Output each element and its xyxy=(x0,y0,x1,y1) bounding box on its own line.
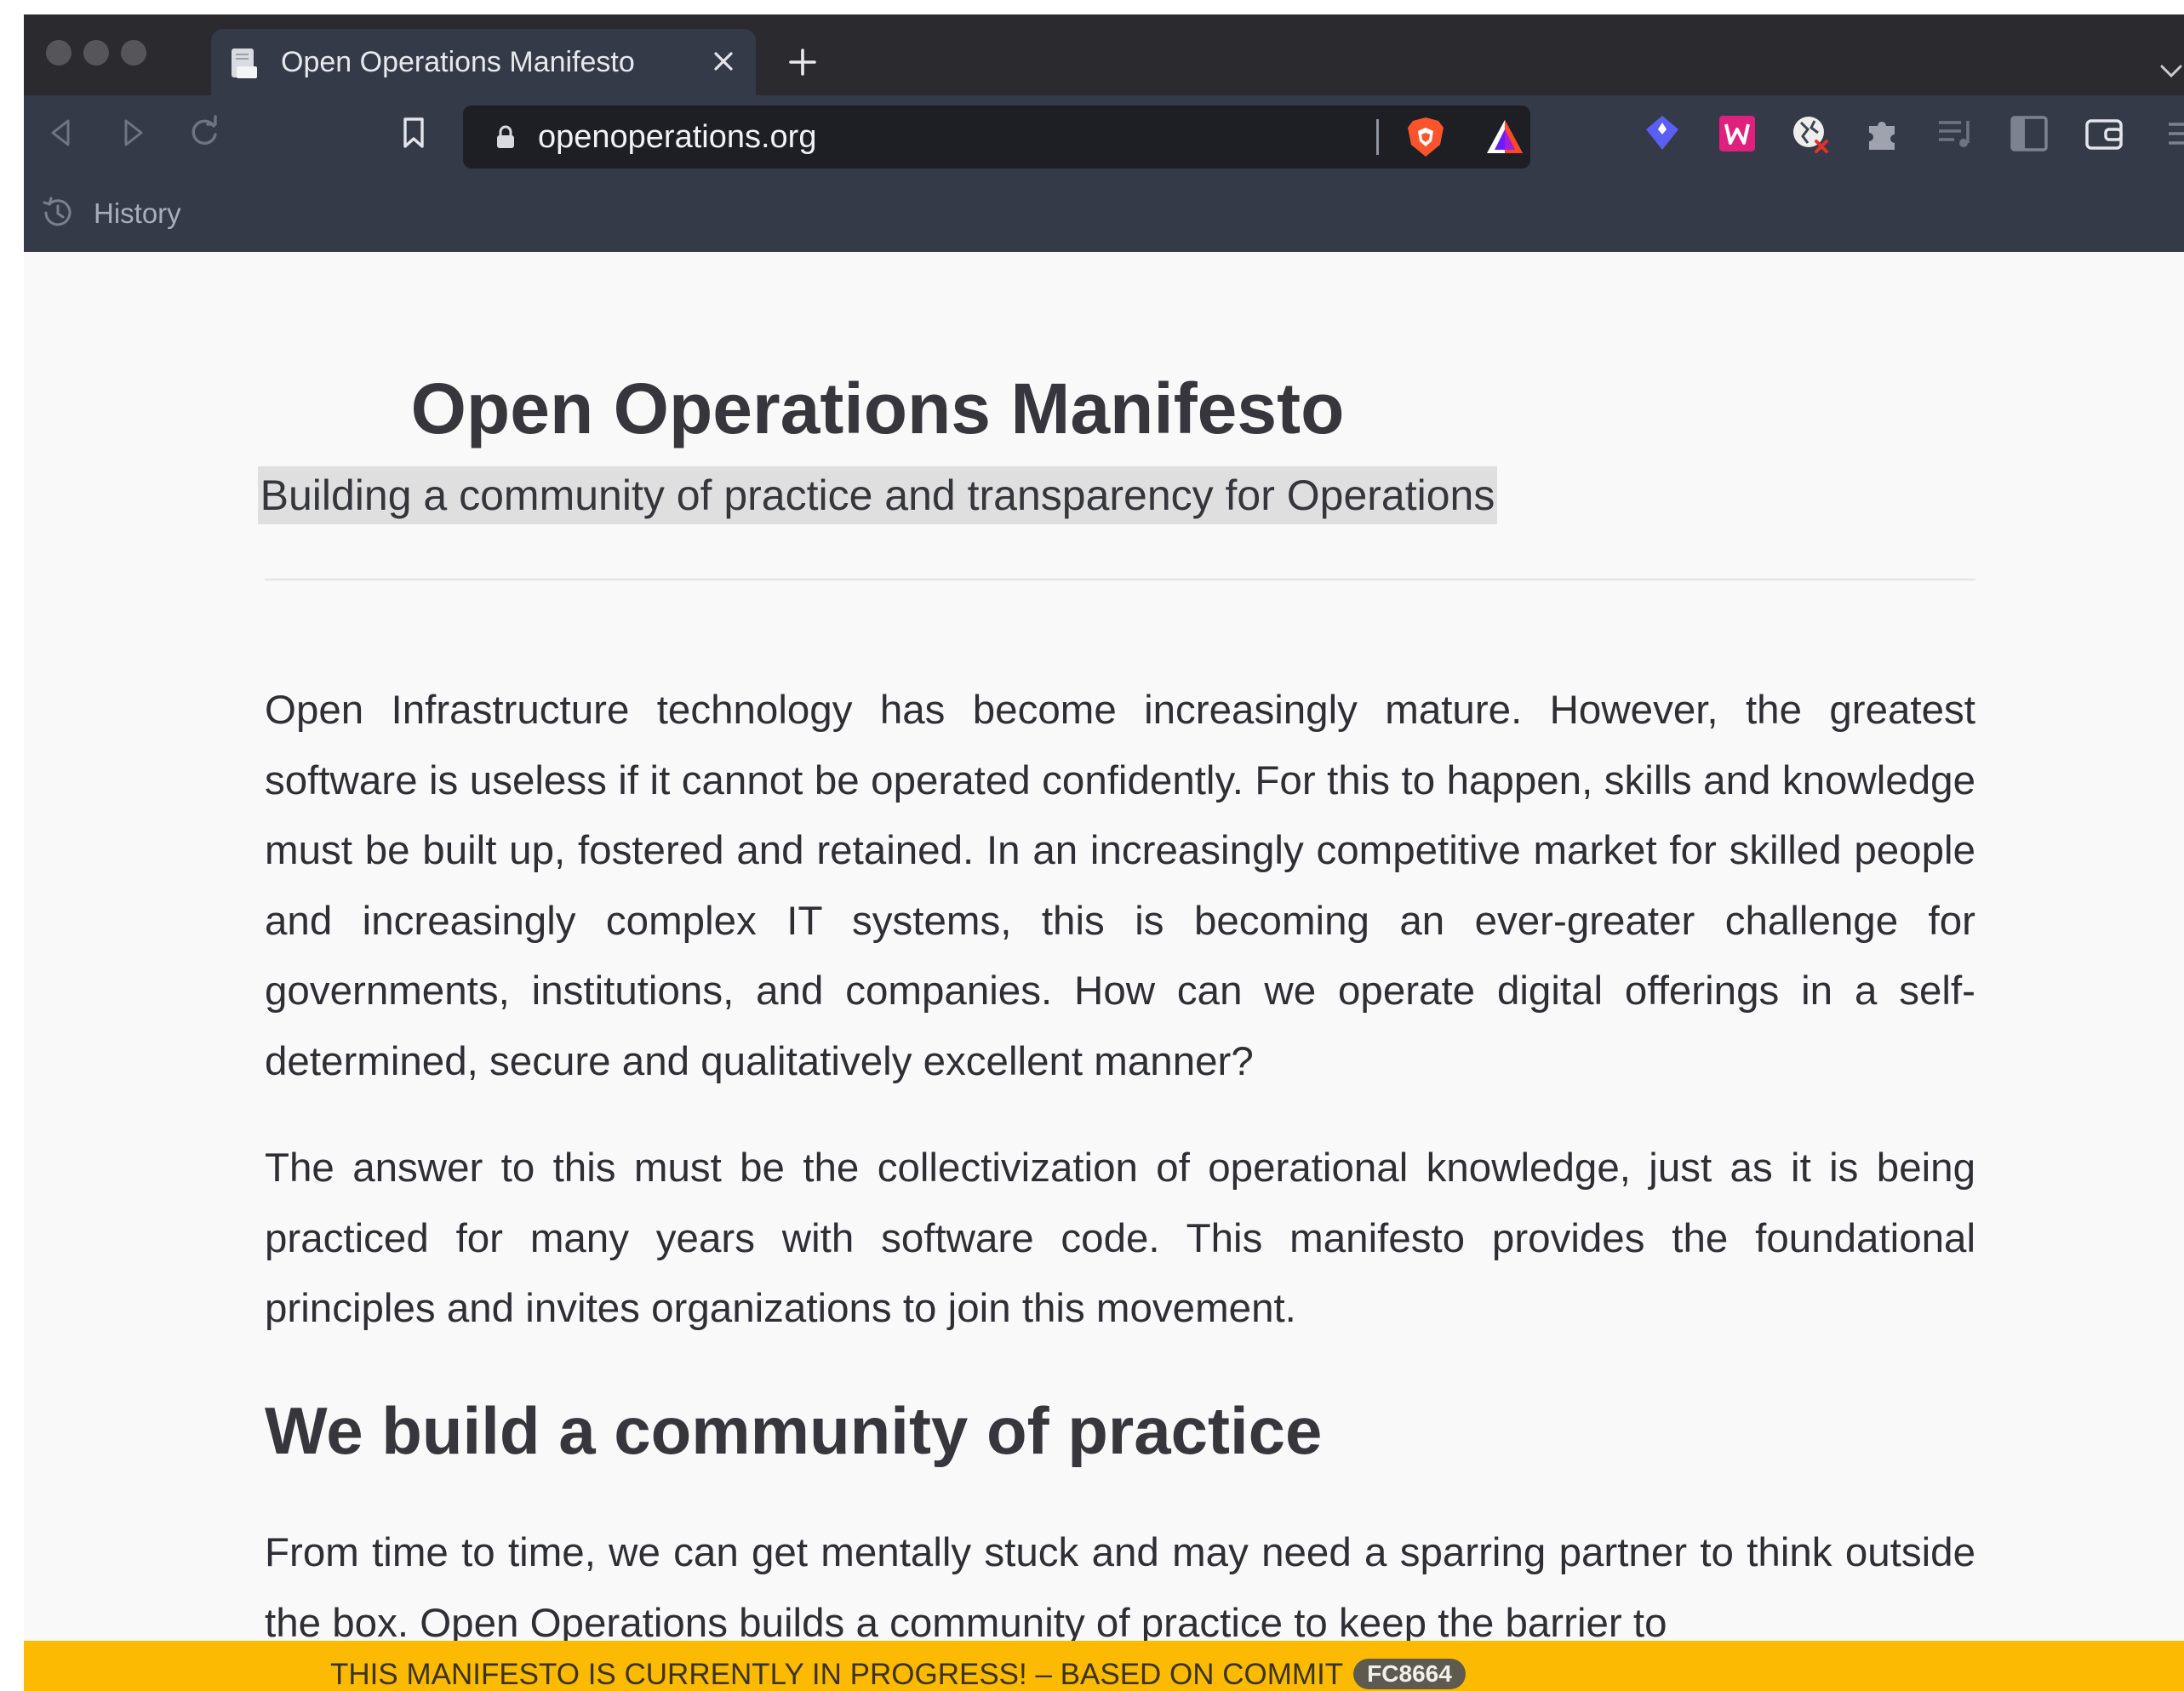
url-text[interactable]: openoperations.org xyxy=(538,119,816,156)
banner-message: THIS MANIFESTO IS CURRENTLY IN PROGRESS!… xyxy=(330,1658,1466,1691)
lock-icon[interactable] xyxy=(495,124,516,150)
address-bar-divider xyxy=(1376,119,1379,155)
bookmark-icon[interactable] xyxy=(398,114,429,151)
commit-badge[interactable]: FC8664 xyxy=(1353,1659,1466,1689)
subtitle-container: Building a community of practice and tra… xyxy=(24,466,1731,524)
section-paragraph: From time to time, we can get mentally s… xyxy=(265,1530,1975,1646)
history-label: History xyxy=(94,197,181,229)
brave-shields-icon[interactable] xyxy=(1406,116,1445,158)
bookmarks-bar: History xyxy=(24,174,2184,252)
back-icon[interactable] xyxy=(43,114,80,151)
banner-text: THIS MANIFESTO IS CURRENTLY IN PROGRESS!… xyxy=(330,1658,1344,1691)
window-minimize-light[interactable] xyxy=(83,40,109,66)
extension-globe-icon[interactable] xyxy=(1789,112,1832,155)
page-content: Open Operations Manifesto Building a com… xyxy=(24,252,2184,1691)
extensions-puzzle-icon[interactable] xyxy=(1862,112,1905,155)
chevron-down-icon[interactable] xyxy=(2158,59,2184,84)
answer-paragraph: The answer to this must be the collectiv… xyxy=(265,1145,1975,1331)
extension-diamond-icon[interactable] xyxy=(1641,112,1684,155)
history-icon xyxy=(43,197,71,226)
tab-strip: Open Operations Manifesto xyxy=(24,14,2184,95)
tab-title: Open Operations Manifesto xyxy=(281,46,635,78)
page-title: Open Operations Manifesto xyxy=(410,368,1345,448)
progress-banner: THIS MANIFESTO IS CURRENTLY IN PROGRESS!… xyxy=(24,1641,2184,1691)
sidebar-icon[interactable] xyxy=(2009,112,2051,155)
tab-active[interactable]: Open Operations Manifesto xyxy=(211,29,756,95)
playlist-icon[interactable] xyxy=(1935,112,1978,155)
menu-icon[interactable] xyxy=(2165,112,2184,155)
window-close-light[interactable] xyxy=(46,40,71,66)
new-tab-icon[interactable] xyxy=(786,45,820,79)
address-bar[interactable]: openoperations.org xyxy=(463,106,1530,169)
close-tab-icon[interactable] xyxy=(706,44,740,78)
brave-rewards-icon[interactable] xyxy=(1484,117,1525,157)
forward-icon[interactable] xyxy=(114,114,152,151)
document-favicon-icon xyxy=(232,49,257,78)
reload-icon[interactable] xyxy=(186,114,223,151)
window-zoom-light[interactable] xyxy=(121,40,146,66)
section-heading: We build a community of practice xyxy=(265,1393,1323,1468)
navigation-toolbar: openoperations.org xyxy=(24,95,2184,174)
intro-paragraph: Open Infrastructure technology has becom… xyxy=(265,688,1975,1084)
browser-window: Open Operations Manifesto openoperations… xyxy=(24,14,2184,1691)
page-subtitle: Building a community of practice and tra… xyxy=(257,466,1498,524)
wallet-icon[interactable] xyxy=(2084,112,2126,155)
header-divider xyxy=(265,579,1975,580)
extension-w-icon[interactable] xyxy=(1716,112,1758,155)
